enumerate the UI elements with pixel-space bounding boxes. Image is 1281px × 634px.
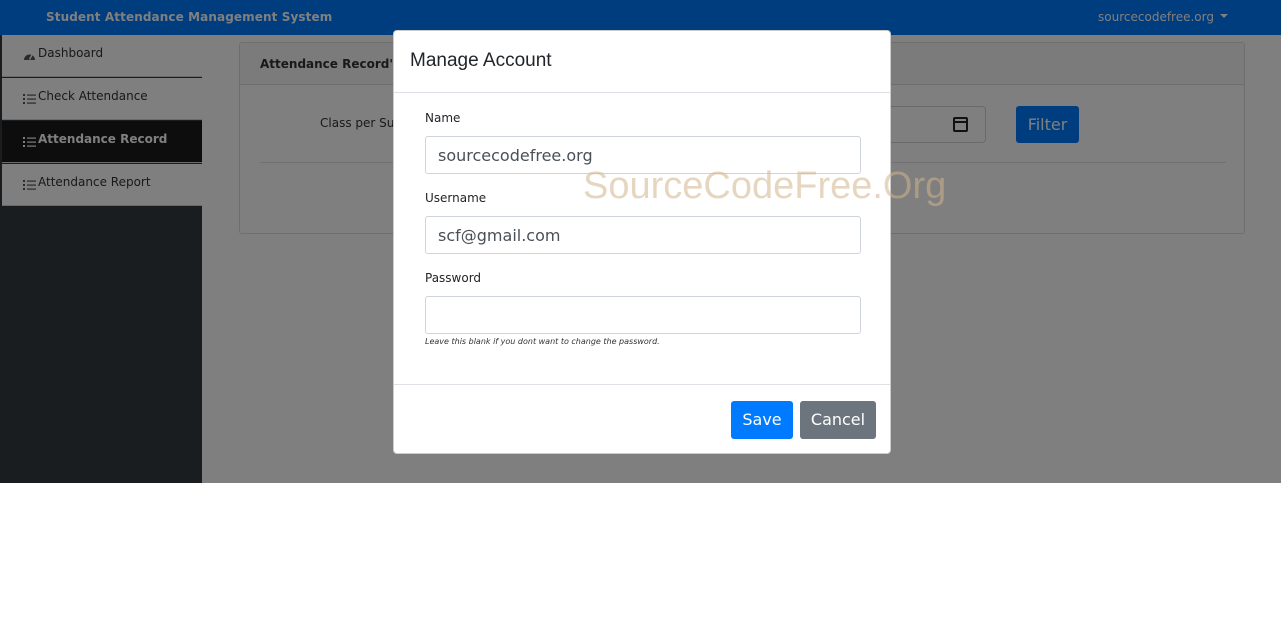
password-help-text: Leave this blank if you dont want to cha… — [425, 337, 660, 346]
password-label: Password — [425, 271, 482, 285]
app-window: Student Attendance Management System sou… — [0, 0, 1281, 483]
modal-title: Manage Account — [410, 50, 552, 71]
password-field[interactable] — [425, 296, 861, 334]
name-label: Name — [425, 111, 461, 125]
manage-account-modal: Manage Account Name Username Password Le… — [393, 30, 891, 454]
cancel-button[interactable]: Cancel — [800, 401, 876, 439]
name-field[interactable] — [425, 136, 861, 174]
save-button[interactable]: Save — [731, 401, 793, 439]
username-label: Username — [425, 191, 487, 205]
modal-header: Manage Account — [394, 31, 890, 93]
username-field[interactable] — [425, 216, 861, 254]
modal-footer: Save Cancel — [394, 384, 890, 455]
